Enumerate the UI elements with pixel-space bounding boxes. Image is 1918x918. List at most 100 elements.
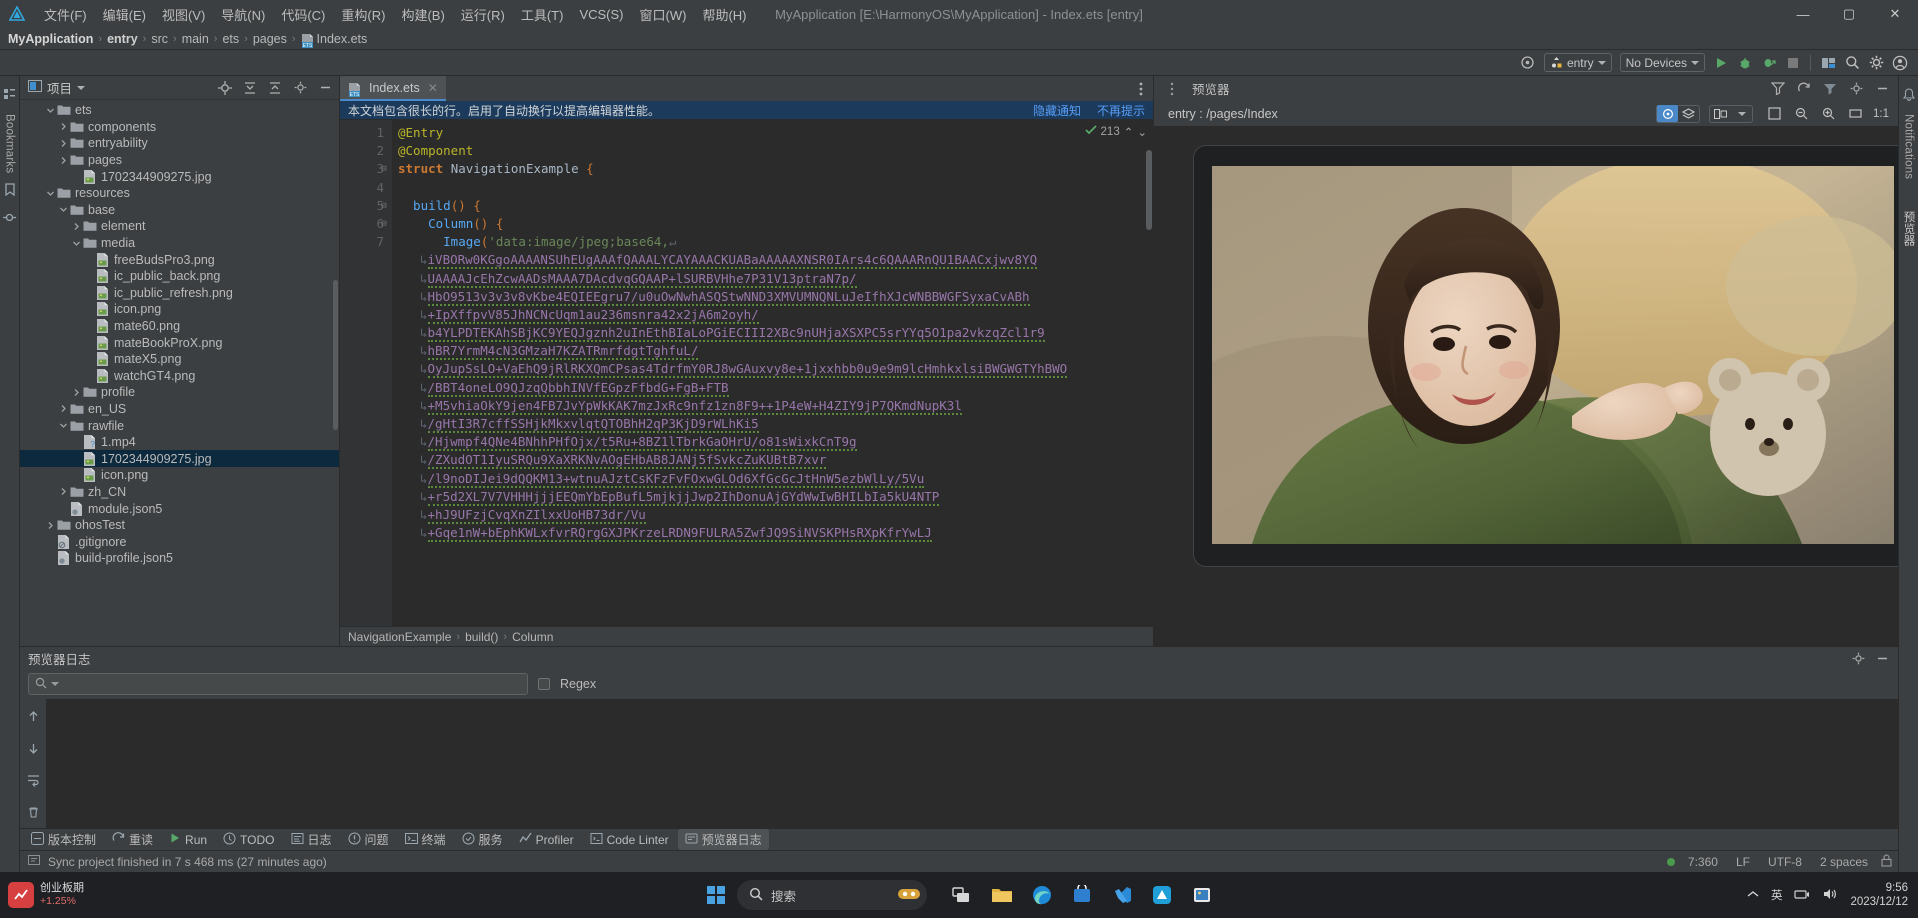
code-breadcrumb-build[interactable]: build() xyxy=(465,630,498,644)
attach-debugger-icon[interactable] xyxy=(1757,52,1781,74)
chevron-down-icon[interactable] xyxy=(45,105,56,116)
tree-node-base[interactable]: base xyxy=(20,202,339,219)
chevron-down-icon[interactable] xyxy=(45,188,56,199)
fold-toggle-icon[interactable]: ⊟ xyxy=(378,160,390,178)
tree-node-rawfile[interactable]: rawfile xyxy=(20,417,339,434)
tool-window-button-日志[interactable]: 日志 xyxy=(284,829,339,850)
chevron-up-icon[interactable] xyxy=(1747,889,1759,902)
device-selector[interactable]: No Devices xyxy=(1619,53,1705,72)
hide-panel-icon[interactable] xyxy=(1870,78,1894,100)
log-output-area[interactable] xyxy=(20,699,1898,828)
copilot-icon[interactable] xyxy=(897,886,921,905)
lock-icon[interactable] xyxy=(1881,854,1892,870)
breadcrumb-entry[interactable]: entry xyxy=(107,32,138,46)
code-breadcrumb-column[interactable]: Column xyxy=(512,630,553,644)
tool-window-button-服务[interactable]: 服务 xyxy=(455,829,510,850)
debug-icon[interactable] xyxy=(1733,52,1757,74)
code-editor[interactable]: 1 2 3 4 5 6 7 ⊟ ⊟ ⊟ @Entry @Component struct Naviga… xyxy=(340,120,1153,626)
scroll-down-icon[interactable] xyxy=(21,737,45,759)
zoom-out-icon[interactable] xyxy=(1789,103,1813,125)
menu-file[interactable]: 文件(F) xyxy=(36,2,95,27)
edge-browser-icon[interactable] xyxy=(1029,882,1055,908)
maximize-button[interactable]: ▢ xyxy=(1826,0,1872,28)
clear-all-icon[interactable] xyxy=(21,801,45,823)
chevron-down-icon[interactable] xyxy=(77,85,86,90)
target-icon[interactable] xyxy=(1516,52,1540,74)
structure-icon[interactable] xyxy=(3,88,16,104)
tree-node-matebookprox-png[interactable]: mateBookProX.png xyxy=(20,334,339,351)
menu-edit[interactable]: 编辑(E) xyxy=(95,2,154,27)
menu-refactor[interactable]: 重构(R) xyxy=(333,2,393,27)
chevron-right-icon[interactable] xyxy=(58,138,69,149)
network-icon[interactable] xyxy=(1794,887,1810,904)
tree-node-ic-public-refresh-png[interactable]: ic_public_refresh.png xyxy=(20,285,339,302)
fit-icon[interactable] xyxy=(1762,103,1786,125)
tree-node-ohostest[interactable]: ohosTest xyxy=(20,517,339,534)
taskbar-promo-widget[interactable]: 创业板期 +1.25% xyxy=(8,882,84,908)
tree-node-pages[interactable]: pages xyxy=(20,152,339,169)
deveco-studio-icon[interactable] xyxy=(1149,882,1175,908)
multi-device-icon[interactable] xyxy=(1710,105,1731,122)
tab-index-ets[interactable]: ETS Index.ets ✕ xyxy=(340,76,446,101)
inspection-prev-button[interactable]: ⌃ xyxy=(1124,125,1134,139)
log-search-input[interactable] xyxy=(28,673,528,695)
menu-build[interactable]: 构建(B) xyxy=(393,2,452,27)
menu-run[interactable]: 运行(R) xyxy=(453,2,513,27)
tool-window-button-code-linter[interactable]: Code Linter xyxy=(583,830,676,850)
chevron-down-icon[interactable] xyxy=(1731,105,1752,122)
tree-node-1702344909275-jpg[interactable]: 1702344909275.jpg xyxy=(20,450,339,468)
editor-options-icon[interactable] xyxy=(1129,76,1153,101)
tree-node-element[interactable]: element xyxy=(20,218,339,235)
run-icon[interactable] xyxy=(1709,52,1733,74)
breadcrumb-index-ets[interactable]: Index.ets xyxy=(317,32,368,46)
tree-node-icon-png[interactable]: icon.png xyxy=(20,301,339,318)
module-selector[interactable]: entry xyxy=(1543,53,1612,72)
settings-gear-icon[interactable] xyxy=(1864,52,1888,74)
user-account-icon[interactable] xyxy=(1888,52,1912,74)
project-tree[interactable]: ets components entryability pages 1702344909… xyxy=(20,100,339,646)
preview-refresh-icon[interactable] xyxy=(1792,78,1816,100)
ratio-icon[interactable] xyxy=(1843,103,1867,125)
inspector-icon[interactable] xyxy=(1657,105,1678,122)
previewer-canvas[interactable] xyxy=(1154,126,1898,646)
preview-filter-icon[interactable] xyxy=(1766,78,1790,100)
tree-node-ets[interactable]: ets xyxy=(20,102,339,119)
scroll-up-icon[interactable] xyxy=(21,705,45,727)
windows-start-icon[interactable] xyxy=(703,882,729,908)
preview-funnel-icon[interactable] xyxy=(1818,78,1842,100)
breadcrumb-pages[interactable]: pages xyxy=(253,32,287,46)
search-everywhere-icon[interactable] xyxy=(1840,52,1864,74)
fold-toggle-icon[interactable]: ⊟ xyxy=(378,215,390,233)
chevron-right-icon[interactable] xyxy=(58,403,69,414)
editor-scrollbar[interactable] xyxy=(1146,150,1152,230)
fold-toggle-icon[interactable]: ⊟ xyxy=(378,197,390,215)
menu-view[interactable]: 视图(V) xyxy=(154,2,213,27)
settings-gear-icon[interactable] xyxy=(1844,78,1868,100)
tree-node-icon-png[interactable]: icon.png xyxy=(20,467,339,484)
notifications-bell-icon[interactable] xyxy=(1902,88,1915,104)
task-view-icon[interactable] xyxy=(949,882,975,908)
store-icon[interactable] xyxy=(1069,882,1095,908)
chevron-right-icon[interactable] xyxy=(58,121,69,132)
menu-navigate[interactable]: 导航(N) xyxy=(213,2,273,27)
tool-window-button-重读[interactable]: 重读 xyxy=(105,829,160,850)
chevron-right-icon[interactable] xyxy=(71,221,82,232)
indent-setting[interactable]: 2 spaces xyxy=(1815,855,1873,869)
taskbar-search[interactable]: 搜索 xyxy=(737,880,927,910)
hide-notification-link[interactable]: 隐藏通知 xyxy=(1033,102,1081,119)
tool-window-button-版本控制[interactable]: 版本控制 xyxy=(24,829,103,850)
tree-node-1702344909275-jpg[interactable]: 1702344909275.jpg xyxy=(20,168,339,185)
menu-vcs[interactable]: VCS(S) xyxy=(571,4,631,25)
menu-window[interactable]: 窗口(W) xyxy=(632,2,695,27)
inspection-next-button[interactable]: ⌄ xyxy=(1137,125,1147,139)
chevron-down-icon[interactable] xyxy=(58,204,69,215)
tool-window-button-问题[interactable]: 问题 xyxy=(341,829,396,850)
dismiss-notification-link[interactable]: 不再提示 xyxy=(1097,102,1145,119)
tree-node-profile[interactable]: profile xyxy=(20,384,339,401)
hide-panel-icon[interactable] xyxy=(315,78,335,98)
expand-all-icon[interactable] xyxy=(240,78,260,98)
tree-node-module-json5[interactable]: module.json5 xyxy=(20,500,339,517)
code-breadcrumb-struct[interactable]: NavigationExample xyxy=(348,630,451,644)
regex-checkbox[interactable] xyxy=(538,678,550,690)
tool-window-button-profiler[interactable]: Profiler xyxy=(512,830,581,850)
